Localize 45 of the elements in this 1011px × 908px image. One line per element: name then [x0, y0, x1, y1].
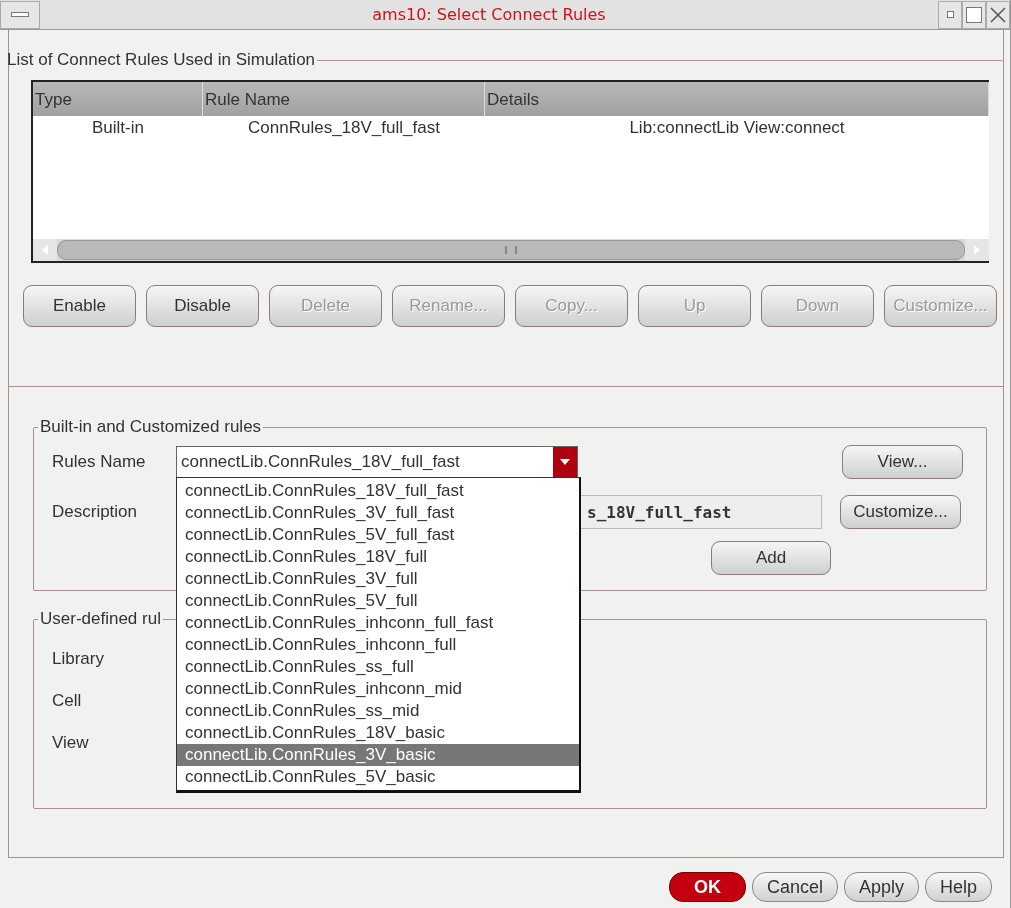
- dropdown-option[interactable]: connectLib.ConnRules_ss_full: [177, 656, 579, 678]
- dropdown-option[interactable]: connectLib.ConnRules_3V_full_fast: [177, 502, 579, 524]
- dropdown-option[interactable]: connectLib.ConnRules_5V_full: [177, 590, 579, 612]
- add-button[interactable]: Add: [711, 541, 831, 575]
- field-label: Library: [52, 649, 104, 669]
- view-button[interactable]: View...: [842, 445, 963, 479]
- maximize-button[interactable]: [962, 0, 986, 29]
- dropdown-option[interactable]: connectLib.ConnRules_3V_full: [177, 568, 579, 590]
- dropdown-option[interactable]: connectLib.ConnRules_18V_full_fast: [177, 480, 579, 502]
- dropdown-option[interactable]: connectLib.ConnRules_3V_basic: [177, 744, 579, 766]
- field-label: Cell: [52, 691, 82, 711]
- table-cell-text: Built-in: [91, 117, 145, 139]
- minimize-button[interactable]: [938, 0, 962, 29]
- close-button[interactable]: [986, 0, 1010, 29]
- dialog-button[interactable]: Help: [924, 872, 992, 902]
- dropdown-option[interactable]: connectLib.ConnRules_5V_full_fast: [177, 524, 579, 546]
- dropdown-option[interactable]: connectLib.ConnRules_inhconn_full_fast: [177, 612, 579, 634]
- dropdown-option[interactable]: connectLib.ConnRules_18V_basic: [177, 722, 579, 744]
- left-arrow-icon: [41, 245, 49, 255]
- column-header[interactable]: Details: [485, 82, 989, 116]
- table-cell-text: ConnRules_18V_full_fast: [247, 117, 441, 139]
- dropdown-option[interactable]: connectLib.ConnRules_inhconn_full: [177, 634, 579, 656]
- window-menu-button[interactable]: [0, 0, 40, 29]
- column-header[interactable]: Rule Name: [203, 82, 485, 116]
- window-title: ams10: Select Connect Rules: [371, 5, 607, 24]
- customize-button[interactable]: Customize...: [840, 495, 961, 529]
- group-title: List of Connect Rules Used in Simulation: [6, 50, 317, 70]
- action-button[interactable]: Disable: [146, 285, 259, 327]
- group-title: User-defined rul: [39, 609, 162, 629]
- right-arrow-icon: [973, 245, 981, 255]
- group-title: Built-in and Customized rules: [39, 417, 263, 437]
- table-cell-text: Lib:connectLib View:connect: [628, 117, 846, 139]
- column-header[interactable]: Type: [33, 82, 203, 116]
- dialog-button[interactable]: OK: [668, 872, 746, 902]
- dialog-button[interactable]: Cancel: [751, 872, 838, 902]
- close-icon: [989, 5, 1007, 24]
- description-label: Description: [51, 502, 139, 522]
- dropdown-option[interactable]: connectLib.ConnRules_5V_basic: [177, 766, 579, 788]
- field-label: View: [52, 733, 89, 753]
- dropdown-option[interactable]: connectLib.ConnRules_18V_full: [177, 546, 579, 568]
- dialog-button[interactable]: Apply: [843, 872, 919, 902]
- rules-name-label: Rules Name: [51, 452, 147, 472]
- action-button[interactable]: Enable: [23, 285, 136, 327]
- dropdown-option[interactable]: connectLib.ConnRules_ss_mid: [177, 700, 579, 722]
- dropdown-option[interactable]: connectLib.ConnRules_inhconn_mid: [177, 678, 579, 700]
